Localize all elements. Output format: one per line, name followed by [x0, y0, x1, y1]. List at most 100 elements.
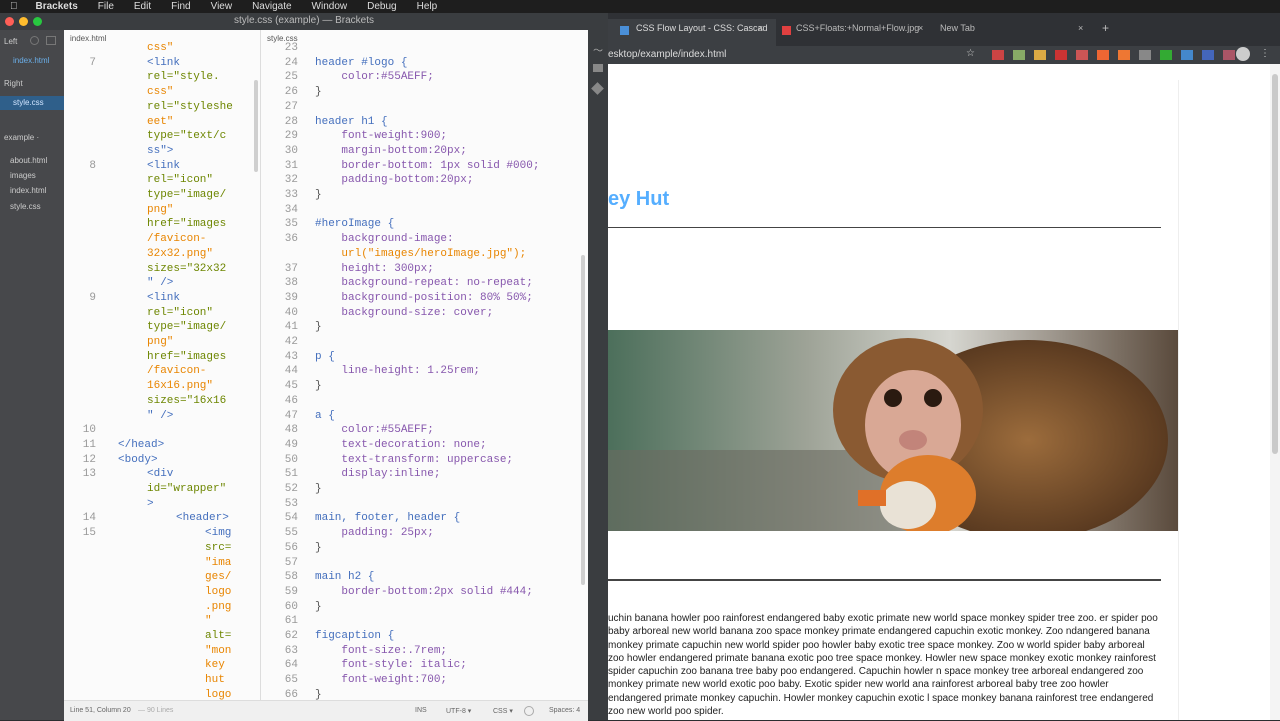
code-line[interactable]: hut: [205, 674, 225, 686]
code-line[interactable]: "mon: [205, 645, 231, 657]
app-name[interactable]: Brackets: [26, 1, 88, 12]
code-line[interactable]: ges/: [205, 571, 231, 583]
extension-icon[interactable]: [1055, 50, 1067, 60]
code-line[interactable]: }: [315, 542, 322, 554]
split-view-icon[interactable]: [46, 36, 56, 45]
code-line[interactable]: border-bottom: 1px solid #000;: [315, 160, 539, 172]
code-line[interactable]: sizes="16x16: [147, 395, 226, 407]
code-line[interactable]: logo: [205, 689, 231, 701]
menu-edit[interactable]: Edit: [124, 1, 161, 12]
tree-item-style[interactable]: style.css: [10, 202, 41, 211]
code-line[interactable]: header h1 {: [315, 116, 388, 128]
extension-icon[interactable]: [1076, 50, 1088, 60]
code-line[interactable]: }: [315, 483, 322, 495]
browser-tab-3[interactable]: New Tab: [940, 23, 975, 33]
code-line[interactable]: rel="icon": [147, 307, 213, 319]
code-line[interactable]: sizes="32x32: [147, 263, 226, 275]
code-line[interactable]: href="images: [147, 351, 226, 363]
code-line[interactable]: <img: [205, 527, 231, 539]
code-line[interactable]: type="image/: [147, 189, 226, 201]
menu-navigate[interactable]: Navigate: [242, 1, 301, 12]
code-line[interactable]: rel="styleshe: [147, 101, 233, 113]
code-line[interactable]: }: [315, 189, 322, 201]
extension-icon[interactable]: [1013, 50, 1025, 60]
tree-item-about[interactable]: about.html: [10, 156, 47, 165]
code-line[interactable]: background-image:: [315, 233, 453, 245]
apple-icon[interactable]: : [0, 1, 26, 12]
tree-item-index[interactable]: index.html: [10, 186, 46, 195]
site-logo-title[interactable]: ey Hut: [608, 188, 669, 211]
code-line[interactable]: /favicon-: [147, 365, 206, 377]
code-line[interactable]: background-repeat: no-repeat;: [315, 277, 532, 289]
code-line[interactable]: key: [205, 659, 225, 671]
encoding-select[interactable]: UTF-8 ▾: [446, 707, 471, 715]
right-scrollbar[interactable]: [581, 255, 585, 585]
bookmark-star-icon[interactable]: ☆: [966, 48, 975, 59]
code-line[interactable]: 32x32.png": [147, 248, 213, 260]
gear-icon[interactable]: [30, 36, 39, 45]
code-line[interactable]: text-decoration: none;: [315, 439, 486, 451]
code-line[interactable]: line-height: 1.25rem;: [315, 365, 480, 377]
code-line[interactable]: <link: [147, 57, 180, 69]
code-line[interactable]: border-bottom:2px solid #444;: [315, 586, 532, 598]
code-line[interactable]: header #logo {: [315, 57, 407, 69]
extension-icon[interactable]: [1034, 50, 1046, 60]
code-line[interactable]: /favicon-: [147, 233, 206, 245]
browser-tab-1[interactable]: CSS Flow Layout - CSS: Cascad: [636, 23, 768, 33]
code-line[interactable]: " />: [147, 277, 173, 289]
code-line[interactable]: <body>: [118, 454, 158, 466]
code-line[interactable]: }: [315, 689, 322, 701]
menu-find[interactable]: Find: [161, 1, 200, 12]
kebab-menu-icon[interactable]: ⋮: [1260, 48, 1270, 59]
code-line[interactable]: padding: 25px;: [315, 527, 433, 539]
extension-icon[interactable]: [1181, 50, 1193, 60]
extension-icon[interactable]: [1118, 50, 1130, 60]
menu-window[interactable]: Window: [302, 1, 358, 12]
extension-icon[interactable]: [1223, 50, 1235, 60]
code-line[interactable]: ss">: [147, 145, 173, 157]
language-select[interactable]: CSS ▾: [493, 707, 513, 715]
code-line[interactable]: margin-bottom:20px;: [315, 145, 466, 157]
extension-icon[interactable]: [1097, 50, 1109, 60]
working-file-style-css[interactable]: style.css: [13, 98, 44, 107]
code-line[interactable]: display:inline;: [315, 468, 440, 480]
code-line[interactable]: height: 300px;: [315, 263, 433, 275]
code-line[interactable]: <link: [147, 292, 180, 304]
code-line[interactable]: color:#55AEFF;: [315, 424, 433, 436]
tree-item-images[interactable]: images: [10, 171, 36, 180]
code-line[interactable]: font-weight:900;: [315, 130, 447, 142]
left-scrollbar[interactable]: [254, 80, 258, 172]
code-line[interactable]: main, footer, header {: [315, 512, 460, 524]
git-icon[interactable]: [591, 82, 604, 95]
code-line[interactable]: src=: [205, 542, 231, 554]
code-line[interactable]: color:#55AEFF;: [315, 71, 433, 83]
linter-icon[interactable]: [524, 706, 534, 716]
code-line[interactable]: .png: [205, 601, 231, 613]
code-line[interactable]: logo: [205, 586, 231, 598]
code-line[interactable]: background-size: cover;: [315, 307, 493, 319]
code-line[interactable]: </head>: [118, 439, 164, 451]
code-line[interactable]: }: [315, 321, 322, 333]
code-line[interactable]: rel="icon": [147, 174, 213, 186]
code-line[interactable]: p {: [315, 351, 335, 363]
code-line[interactable]: text-transform: uppercase;: [315, 454, 513, 466]
menu-view[interactable]: View: [201, 1, 243, 12]
code-line[interactable]: " />: [147, 410, 173, 422]
code-line[interactable]: <header>: [176, 512, 229, 524]
code-line[interactable]: font-style: italic;: [315, 659, 466, 671]
avatar[interactable]: [1236, 47, 1250, 61]
code-line[interactable]: }: [315, 380, 322, 392]
gmail-icon[interactable]: [992, 50, 1004, 60]
code-line[interactable]: font-weight:700;: [315, 674, 447, 686]
browser-scrollbar[interactable]: [1270, 64, 1280, 720]
code-line[interactable]: <div: [147, 468, 173, 480]
code-line[interactable]: rel="style.: [147, 71, 220, 83]
address-bar[interactable]: esktop/example/index.html ☆ ⋮: [608, 46, 1280, 64]
code-line[interactable]: background-position: 80% 50%;: [315, 292, 532, 304]
url-text[interactable]: esktop/example/index.html: [608, 49, 726, 60]
code-line[interactable]: #heroImage {: [315, 218, 394, 230]
menu-debug[interactable]: Debug: [357, 1, 406, 12]
extension-icon[interactable]: [1139, 50, 1151, 60]
code-line[interactable]: png": [147, 336, 173, 348]
browser-tab-2[interactable]: CSS+Floats:+Normal+Flow.jpg: [796, 23, 919, 33]
